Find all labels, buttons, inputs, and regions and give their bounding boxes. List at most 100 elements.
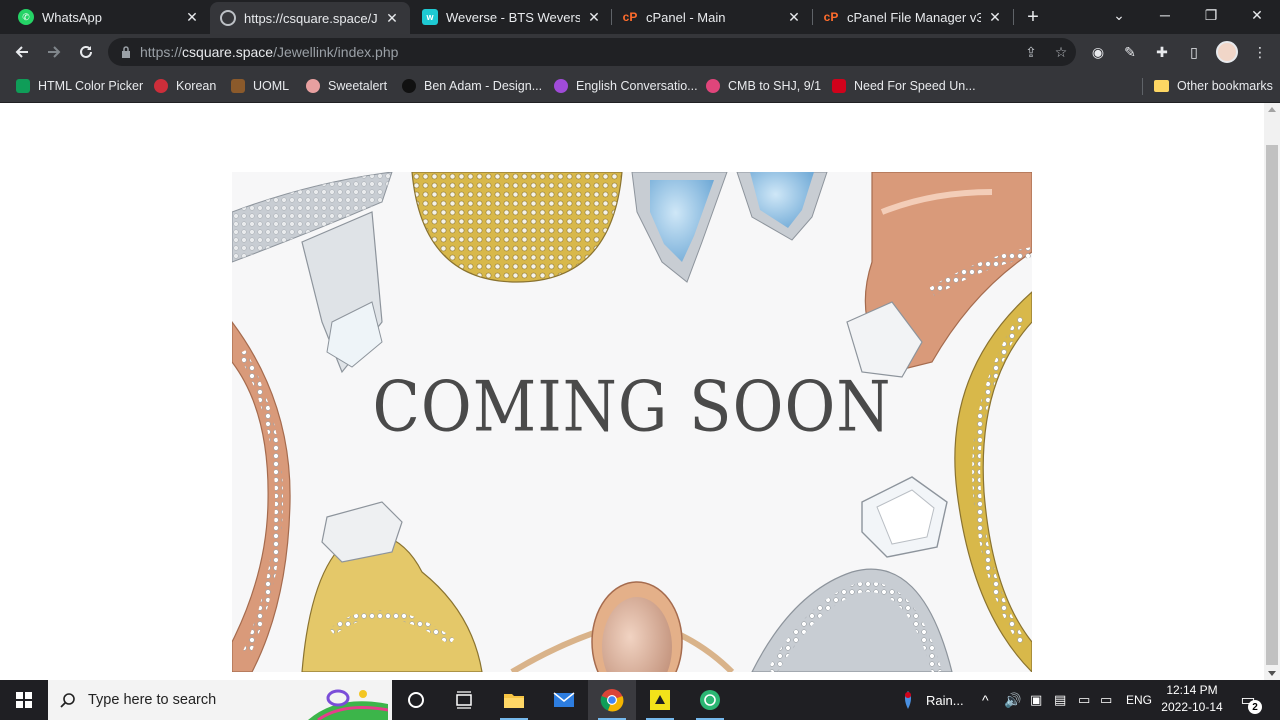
game-icon: [832, 79, 846, 93]
side-panel-icon[interactable]: ▯: [1182, 40, 1206, 64]
start-button[interactable]: [0, 680, 48, 720]
scroll-up-arrow-icon[interactable]: [1268, 107, 1276, 112]
clock-date: 2022-10-14: [1161, 700, 1223, 714]
bookmark-label: English Conversatio...: [576, 79, 698, 93]
browser-toolbar: https://csquare.space/Jewellink/index.ph…: [0, 34, 1280, 70]
bookmark-label: Sweetalert: [328, 79, 388, 93]
url-text[interactable]: https://csquare.space/Jewellink/index.ph…: [140, 44, 1016, 60]
bookmark-label: HTML Color Picker: [38, 79, 144, 93]
whatsapp-icon: ✆: [18, 9, 34, 25]
tab-cpanel-file-manager[interactable]: cP cPanel File Manager v3 ✕: [813, 0, 1013, 34]
silver-ring-top-left: [232, 172, 393, 374]
display-icon[interactable]: ▤: [1054, 680, 1066, 720]
bookmark-cmb-to-shj[interactable]: CMB to SHJ, 9/1: [706, 76, 821, 96]
coming-soon-banner: COMING SOON: [232, 172, 1032, 672]
flight-icon: [706, 79, 720, 93]
file-explorer-app[interactable]: [490, 680, 538, 720]
mail-app[interactable]: [540, 680, 588, 720]
forward-button[interactable]: [40, 38, 68, 66]
notification-center-button[interactable]: ▭ 2: [1236, 688, 1262, 714]
minimize-button[interactable]: ─: [1142, 0, 1188, 30]
tab-title: WhatsApp: [42, 9, 102, 25]
gold-ring-bottom-left: [301, 501, 483, 672]
close-icon[interactable]: ✕: [586, 9, 602, 25]
tab-title: Weverse - BTS Weverse: [446, 9, 580, 25]
tab-search-button[interactable]: ⌄: [1096, 0, 1142, 30]
bookmark-label: Ben Adam - Design...: [424, 79, 543, 93]
camera-extension-icon[interactable]: ◉: [1086, 40, 1110, 64]
korea-flag-icon: [154, 79, 168, 93]
mail-icon: [553, 692, 575, 707]
reload-icon: [80, 45, 92, 58]
scroll-down-arrow-icon[interactable]: [1268, 671, 1276, 676]
notes-app[interactable]: [636, 680, 684, 720]
chatgpt-app[interactable]: [686, 680, 734, 720]
close-icon[interactable]: ✕: [786, 9, 802, 25]
network-icon[interactable]: ▭: [1100, 680, 1112, 720]
cortana-button[interactable]: [392, 680, 440, 720]
tab-title: cPanel - Main: [646, 9, 726, 25]
chrome-app[interactable]: [588, 680, 636, 720]
address-bar[interactable]: https://csquare.space/Jewellink/index.ph…: [108, 38, 1076, 66]
notification-count-badge: 2: [1248, 700, 1262, 714]
close-icon[interactable]: ✕: [987, 9, 1003, 25]
lock-icon[interactable]: [112, 46, 140, 58]
folder-icon: [1154, 80, 1169, 92]
window-close-button[interactable]: ✕: [1234, 0, 1280, 30]
tab-weverse[interactable]: w Weverse - BTS Weverse ✕: [412, 0, 612, 34]
back-button[interactable]: [8, 38, 36, 66]
folder-icon: [504, 694, 524, 708]
close-icon[interactable]: ✕: [184, 9, 200, 25]
close-icon[interactable]: ✕: [384, 10, 400, 26]
weather-widget[interactable]: Rain...: [900, 680, 964, 720]
task-view-button[interactable]: [440, 680, 488, 720]
input-language-indicator[interactable]: ENG: [1126, 680, 1152, 720]
tab-whatsapp[interactable]: ✆ WhatsApp ✕: [8, 0, 210, 34]
meet-now-icon[interactable]: ▣: [1030, 680, 1042, 720]
page-viewport: COMING SOON: [0, 103, 1264, 680]
other-bookmarks-folder[interactable]: Other bookmarks: [1154, 76, 1273, 96]
blue-topaz-ring-top: [631, 172, 828, 283]
english-conversation-icon: [554, 79, 568, 93]
scrollbar-thumb[interactable]: [1266, 145, 1278, 665]
bookmark-need-for-speed[interactable]: Need For Speed Un...: [832, 76, 976, 96]
volume-icon[interactable]: 🔊: [1004, 680, 1021, 720]
globe-icon: [220, 10, 236, 26]
tab-cpanel-main[interactable]: cP cPanel - Main ✕: [612, 0, 812, 34]
bookmarks-divider: [1142, 78, 1143, 95]
profile-avatar[interactable]: [1216, 41, 1238, 63]
taskbar-clock[interactable]: 12:14 PM 2022-10-14: [1158, 682, 1226, 716]
bookmark-korean[interactable]: Korean: [154, 76, 216, 96]
ben-adam-icon: [402, 79, 416, 93]
bookmark-english-conversation[interactable]: English Conversatio...: [554, 76, 698, 96]
new-tab-button[interactable]: +: [1022, 6, 1044, 28]
reload-button[interactable]: [72, 38, 100, 66]
show-hidden-icons-button[interactable]: ^: [982, 680, 989, 720]
forward-arrow-icon: [48, 46, 61, 58]
menu-kebab-icon[interactable]: ⋮: [1248, 40, 1272, 64]
tab-csquare[interactable]: https://csquare.space/Jew ✕: [210, 2, 410, 34]
gold-band-right: [954, 291, 1032, 672]
pen-extension-icon[interactable]: ✎: [1118, 40, 1142, 64]
weverse-icon: w: [422, 9, 438, 25]
cpanel-icon: cP: [823, 10, 839, 24]
share-icon[interactable]: ⇪: [1016, 44, 1046, 61]
bookmark-ben-adam[interactable]: Ben Adam - Design...: [402, 76, 542, 96]
extensions-puzzle-icon[interactable]: ✚: [1150, 40, 1174, 64]
battery-icon[interactable]: ▭: [1078, 680, 1090, 720]
tab-divider: [1013, 9, 1014, 25]
cpanel-icon: cP: [622, 10, 638, 24]
restore-button[interactable]: ❐: [1188, 0, 1234, 30]
sticky-app-icon: [650, 690, 670, 710]
page-scrollbar[interactable]: [1264, 103, 1280, 680]
cortana-circle-icon: [408, 692, 424, 708]
rain-umbrella-icon: [905, 691, 911, 709]
openai-icon: [700, 690, 720, 710]
bookmark-label: Need For Speed Un...: [854, 79, 976, 93]
tab-title: cPanel File Manager v3: [847, 9, 981, 25]
taskbar-search-box[interactable]: Type here to search: [48, 680, 392, 720]
bookmark-star-icon[interactable]: ☆: [1046, 44, 1076, 61]
bookmark-uoml[interactable]: UOML: [231, 76, 289, 96]
bookmark-sweetalert[interactable]: Sweetalert: [306, 76, 387, 96]
bookmark-html-color-picker[interactable]: HTML Color Picker: [16, 76, 143, 96]
